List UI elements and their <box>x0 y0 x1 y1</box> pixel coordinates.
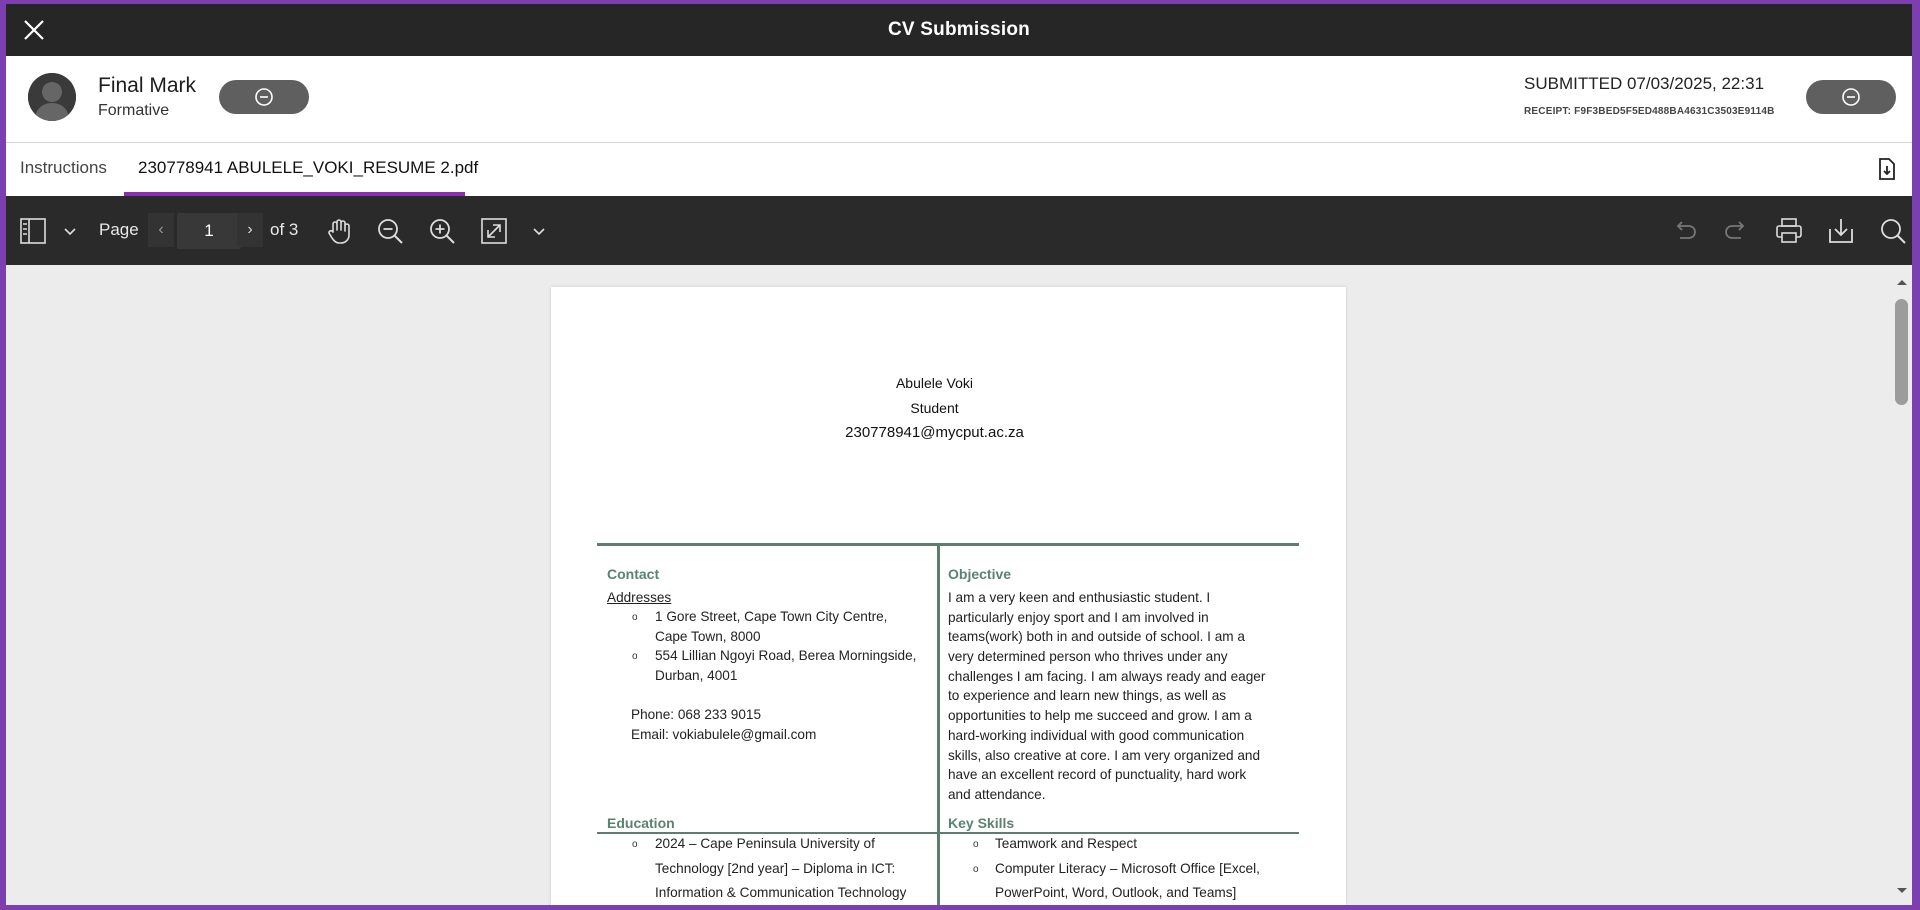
previous-page-button[interactable]: ‹ <box>148 213 174 247</box>
skill-item: Teamwork and Respect <box>995 836 1138 851</box>
hand-pan-icon[interactable] <box>324 216 354 246</box>
list-bullet: o <box>973 839 979 850</box>
grade-pill-button[interactable] <box>219 80 309 114</box>
title-bar: CV Submission <box>6 4 1912 56</box>
email-text: Email: vokiabulele@gmail.com <box>631 727 817 742</box>
objective-line: particularly enjoy sport and I am involv… <box>948 610 1209 625</box>
avatar-icon <box>28 73 76 121</box>
education-line: Technology [2nd year] – Diploma in ICT: <box>655 861 896 876</box>
scrollbar-thumb[interactable] <box>1895 299 1908 405</box>
pdf-toolbar: Page ‹ › of 3 <box>6 196 1912 265</box>
app-frame: CV Submission Final Mark Formative SUBMI… <box>6 4 1912 905</box>
avatar <box>28 73 76 121</box>
minus-circle-icon <box>1842 88 1860 106</box>
education-line: 2024 – Cape Peninsula University of <box>655 836 875 851</box>
objective-line: have an excellent record of punctuality,… <box>948 767 1247 782</box>
page-total: of 3 <box>270 220 299 239</box>
print-icon[interactable] <box>1774 216 1804 246</box>
tab-label: Instructions <box>20 158 107 177</box>
tab-bar: Instructions 230778941 ABULELE_VOKI_RESU… <box>6 143 1912 196</box>
chevron-down-icon[interactable] <box>62 216 78 246</box>
receipt-id: RECEIPT: F9F3BED5F5ED488BA4631C3503E9114… <box>1524 106 1775 117</box>
resume-name: Abulele Voki <box>895 375 974 391</box>
tab-instructions[interactable]: Instructions <box>20 143 120 196</box>
grade-header: Final Mark Formative SUBMITTED 07/03/202… <box>6 56 1912 143</box>
table-column-divider <box>937 545 940 905</box>
minus-circle-icon <box>255 88 273 106</box>
tab-label: 230778941 ABULELE_VOKI_RESUME 2.pdf <box>138 158 479 177</box>
section-title: Contact <box>607 566 660 582</box>
addresses-label: Addresses <box>607 590 672 605</box>
skill-item: Computer Literacy – Microsoft Office [Ex… <box>995 861 1260 876</box>
zoom-in-icon[interactable] <box>427 216 457 246</box>
fit-page-icon[interactable] <box>479 216 509 246</box>
scroll-down-arrow-icon[interactable] <box>1895 886 1909 896</box>
pdf-page: Abulele Voki Student 230778941@mycput.ac… <box>551 287 1346 905</box>
section-title: Education <box>607 815 675 831</box>
objective-line: teams(work) both in and outside of schoo… <box>948 629 1245 644</box>
section-title: Objective <box>948 566 1012 582</box>
section-title: Key Skills <box>948 815 1015 831</box>
resume-role: Student <box>910 400 959 416</box>
vertical-scrollbar[interactable] <box>1890 265 1912 905</box>
objective-line: and attendance. <box>948 787 1046 802</box>
submission-pill-button[interactable] <box>1806 80 1896 114</box>
grade-subtitle: Formative <box>98 102 170 119</box>
tab-pdf-file[interactable]: 230778941 ABULELE_VOKI_RESUME 2.pdf <box>124 143 478 196</box>
objective-line: challenges I am facing. I am always read… <box>948 669 1266 684</box>
objective-line: I am a very keen and enthusiastic studen… <box>948 590 1211 605</box>
document-viewer[interactable]: Abulele Voki Student 230778941@mycput.ac… <box>6 265 1912 905</box>
objective-line: very determined person who thrives under… <box>948 649 1228 664</box>
skill-item: PowerPoint, Word, Outlook, and Teams] <box>995 885 1237 900</box>
address-line: Durban, 4001 <box>655 668 738 683</box>
objective-line: to experience and learn new things, as w… <box>948 688 1227 703</box>
resume-email: 230778941@mycput.ac.za <box>845 424 1024 441</box>
download-doc-icon[interactable] <box>1876 157 1898 181</box>
page-label: Page <box>99 220 139 239</box>
download-icon[interactable] <box>1826 216 1856 246</box>
address-line: 554 Lillian Ngoyi Road, Berea Morningsid… <box>655 648 917 663</box>
objective-line: hard-working individual with good commun… <box>948 728 1245 743</box>
page-number-input[interactable] <box>177 213 241 249</box>
sidebar-toggle-icon[interactable] <box>18 216 48 246</box>
phone-text: Phone: 068 233 9015 <box>631 707 762 722</box>
chevron-down-icon[interactable] <box>531 216 547 246</box>
redo-icon[interactable] <box>1721 216 1751 246</box>
zoom-out-icon[interactable] <box>375 216 405 246</box>
table-top-rule <box>597 543 1299 546</box>
education-line: Information & Communication Technology <box>655 885 907 900</box>
submitted-date: SUBMITTED 07/03/2025, 22:31 <box>1524 74 1765 93</box>
list-bullet: o <box>632 839 638 850</box>
objective-line: opportunities to help me succeed and gro… <box>948 708 1252 723</box>
window-title: CV Submission <box>888 19 1030 40</box>
search-icon[interactable] <box>1878 216 1908 246</box>
scroll-up-arrow-icon[interactable] <box>1895 277 1909 287</box>
grade-title: Final Mark <box>98 74 197 97</box>
list-bullet: o <box>973 864 979 875</box>
undo-icon[interactable] <box>1670 216 1700 246</box>
list-bullet: o <box>632 612 638 623</box>
objective-line: skills, also creative at core. I am very… <box>948 748 1261 763</box>
next-page-button[interactable]: › <box>237 213 263 247</box>
address-line: 1 Gore Street, Cape Town City Centre, <box>655 609 888 624</box>
list-bullet: o <box>632 651 638 662</box>
address-line: Cape Town, 8000 <box>655 629 761 644</box>
